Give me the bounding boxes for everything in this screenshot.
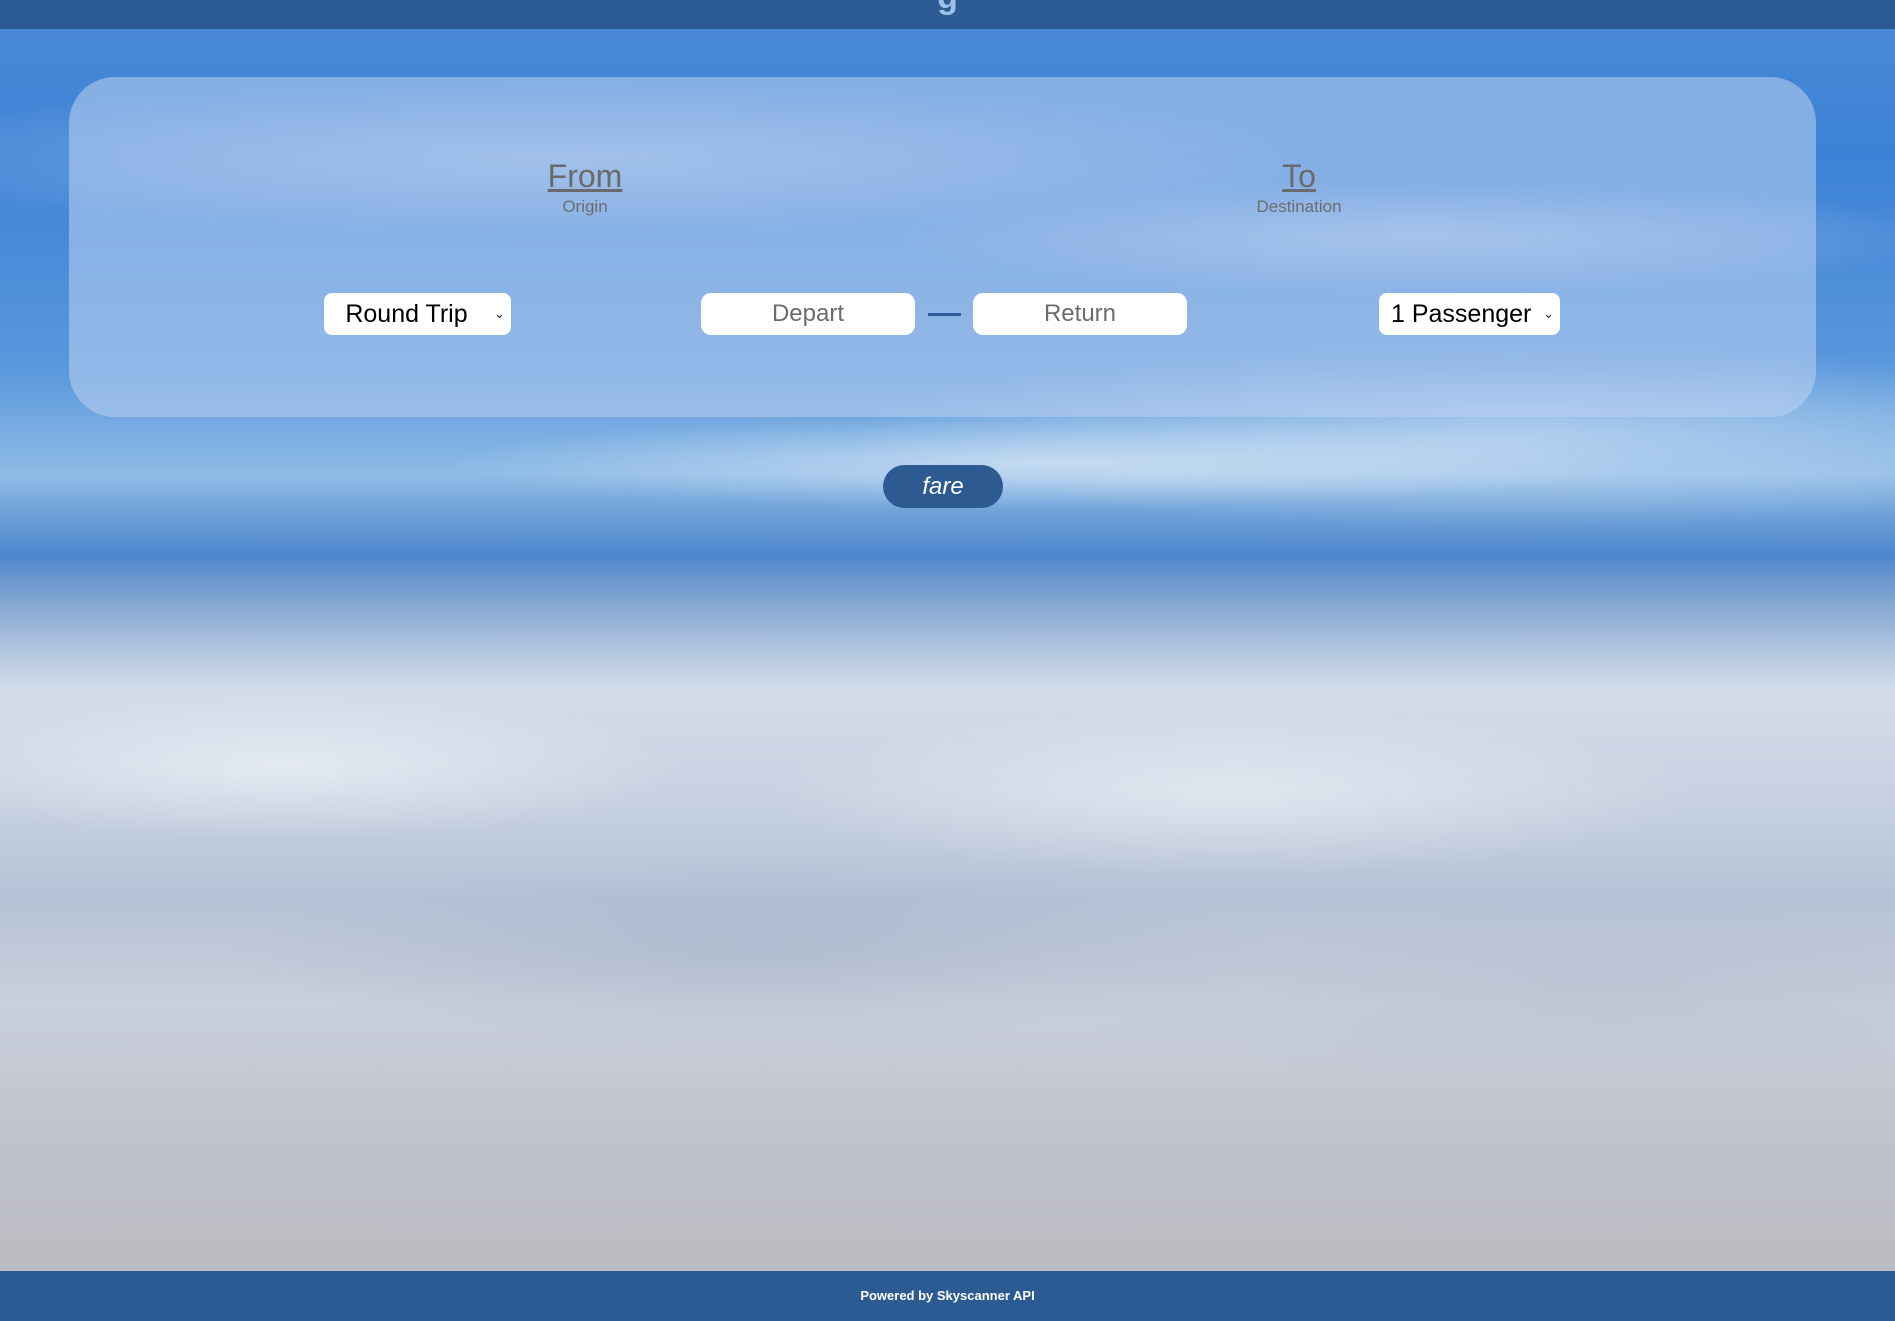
passenger-select[interactable]: 1 Passenger ⌄: [1379, 293, 1560, 335]
footer-credit: Powered by Skyscanner API: [860, 1288, 1035, 1303]
passenger-value: 1 Passenger: [1391, 300, 1532, 328]
chevron-down-icon: ⌄: [494, 306, 505, 321]
return-date-input[interactable]: Return: [973, 293, 1187, 335]
date-range-separator: [928, 313, 961, 316]
trip-type-value: Round Trip: [345, 300, 468, 328]
destination-caption: Destination: [1256, 197, 1342, 216]
depart-date-input[interactable]: Depart: [701, 293, 915, 335]
footer: Powered by Skyscanner API: [0, 1271, 1895, 1321]
to-link[interactable]: To: [1199, 157, 1399, 195]
from-link[interactable]: From: [485, 157, 685, 195]
site-title: g: [0, 0, 1895, 17]
origin-block[interactable]: From Origin: [485, 157, 685, 217]
trip-type-select[interactable]: Round Trip ⌄: [324, 293, 511, 335]
origin-caption: Origin: [562, 197, 608, 216]
top-bar: g: [0, 0, 1895, 29]
destination-block[interactable]: To Destination: [1199, 157, 1399, 217]
fare-button[interactable]: fare: [883, 465, 1003, 508]
chevron-down-icon: ⌄: [1543, 306, 1554, 321]
search-panel: From Origin To Destination Round Trip ⌄ …: [69, 77, 1816, 417]
